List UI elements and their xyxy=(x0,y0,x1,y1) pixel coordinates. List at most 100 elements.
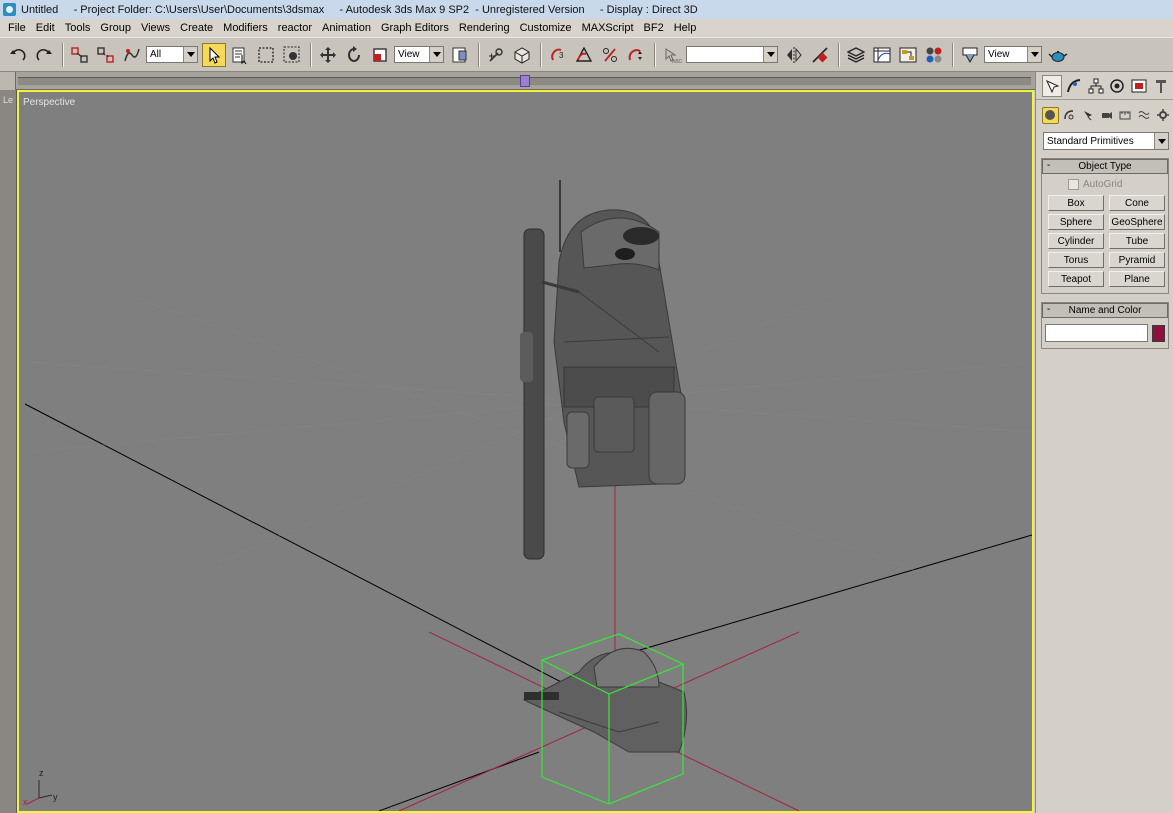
geosphere-button[interactable]: GeoSphere xyxy=(1109,214,1165,230)
menu-help[interactable]: Help xyxy=(669,19,702,37)
main-toolbar: All View 3 ABC View xyxy=(0,37,1173,72)
title-bar: Untitled - Project Folder: C:\Users\User… xyxy=(0,0,1173,19)
object-name-input[interactable] xyxy=(1045,324,1148,342)
menu-reactor[interactable]: reactor xyxy=(273,19,317,37)
tab-create[interactable] xyxy=(1042,74,1062,97)
keyboard-shortcut-override-button[interactable] xyxy=(510,43,534,67)
tab-motion[interactable] xyxy=(1108,75,1128,97)
schematic-view-button[interactable] xyxy=(896,43,920,67)
menu-maxscript[interactable]: MAXScript xyxy=(577,19,639,37)
display-tab-icon xyxy=(1131,79,1147,92)
window-crossing-button[interactable] xyxy=(280,43,304,67)
reference-coordinate-dropdown[interactable]: View xyxy=(394,46,444,63)
box-button[interactable]: Box xyxy=(1048,195,1104,211)
spinner-snap-toggle-button[interactable] xyxy=(624,43,648,67)
unlink-selection-button[interactable] xyxy=(94,43,118,67)
pyramid-button[interactable]: Pyramid xyxy=(1109,252,1165,268)
autogrid-checkbox[interactable] xyxy=(1068,179,1079,190)
time-configuration-handle[interactable] xyxy=(0,72,16,90)
tab-modify[interactable] xyxy=(1064,75,1084,97)
select-and-manipulate-button[interactable] xyxy=(484,43,508,67)
selection-filter-dropdown[interactable]: All xyxy=(146,46,198,63)
menu-customize[interactable]: Customize xyxy=(515,19,577,37)
material-editor-button[interactable] xyxy=(922,43,946,67)
object-type-rollout-header[interactable]: - Object Type xyxy=(1042,159,1168,174)
cursor-arrow-icon xyxy=(209,46,221,64)
select-and-scale-button[interactable] xyxy=(368,43,392,67)
autogrid-option[interactable]: AutoGrid xyxy=(1068,179,1168,190)
perspective-viewport[interactable]: Perspective z x y xyxy=(17,90,1034,813)
menu-file[interactable]: File xyxy=(3,19,31,37)
tab-utilities[interactable] xyxy=(1151,75,1171,97)
align-button[interactable] xyxy=(808,43,832,67)
link-icon xyxy=(71,46,88,63)
torus-button[interactable]: Torus xyxy=(1048,252,1104,268)
name-and-color-rollout: - Name and Color xyxy=(1041,302,1169,349)
svg-text:3: 3 xyxy=(559,51,564,60)
tab-display[interactable] xyxy=(1129,75,1149,97)
category-systems-button[interactable] xyxy=(1154,107,1171,124)
mirror-button[interactable] xyxy=(782,43,806,67)
curve-editor-icon xyxy=(873,47,891,62)
edit-named-selection-button[interactable]: ABC xyxy=(660,43,684,67)
menu-animation[interactable]: Animation xyxy=(317,19,376,37)
redo-button[interactable] xyxy=(32,43,56,67)
category-shapes-button[interactable] xyxy=(1061,107,1078,124)
menu-views[interactable]: Views xyxy=(136,19,175,37)
cylinder-button[interactable]: Cylinder xyxy=(1048,233,1104,249)
toolbar-separator xyxy=(62,42,64,67)
category-lights-button[interactable] xyxy=(1079,107,1096,124)
menu-group[interactable]: Group xyxy=(95,19,136,37)
layer-manager-button[interactable] xyxy=(844,43,868,67)
menu-edit[interactable]: Edit xyxy=(31,19,60,37)
menu-tools[interactable]: Tools xyxy=(60,19,96,37)
tab-hierarchy[interactable] xyxy=(1086,75,1106,97)
axis-tripod-gizmo xyxy=(26,780,53,805)
viewport-label[interactable]: Perspective xyxy=(23,97,75,108)
toolbar-separator xyxy=(838,42,840,67)
time-slider-handle[interactable] xyxy=(520,75,530,87)
select-by-name-button[interactable] xyxy=(228,43,252,67)
select-object-button[interactable] xyxy=(202,42,226,67)
menu-bf2[interactable]: BF2 xyxy=(639,19,669,37)
undo-button[interactable] xyxy=(6,43,30,67)
render-type-dropdown[interactable]: View xyxy=(984,46,1042,63)
category-helpers-button[interactable] xyxy=(1117,107,1134,124)
create-tab-icon xyxy=(1045,79,1060,93)
select-and-move-button[interactable] xyxy=(316,43,340,67)
menu-modifiers[interactable]: Modifiers xyxy=(218,19,273,37)
sphere-button[interactable]: Sphere xyxy=(1048,214,1104,230)
left-viewport-label[interactable]: Le xyxy=(3,95,13,105)
render-scene-dialog-button[interactable] xyxy=(958,43,982,67)
curve-editor-button[interactable] xyxy=(870,43,894,67)
select-by-name-icon xyxy=(232,47,247,64)
use-pivot-center-button[interactable] xyxy=(448,43,472,67)
percent-snap-toggle-button[interactable] xyxy=(598,43,622,67)
tube-button[interactable]: Tube xyxy=(1109,233,1165,249)
named-selection-sets-dropdown[interactable] xyxy=(686,46,778,63)
material-editor-icon xyxy=(926,47,942,62)
teapot-button[interactable]: Teapot xyxy=(1048,271,1104,287)
menu-create[interactable]: Create xyxy=(175,19,218,37)
category-space-warps-button[interactable] xyxy=(1136,107,1153,124)
angle-snap-toggle-button[interactable] xyxy=(572,43,596,67)
category-geometry-button[interactable] xyxy=(1042,106,1059,124)
rectangular-selection-button[interactable] xyxy=(254,43,278,67)
cone-button[interactable]: Cone xyxy=(1109,195,1165,211)
soldier-model[interactable] xyxy=(520,180,686,560)
snaps-toggle-button[interactable]: 3 xyxy=(546,43,570,67)
quick-render-button[interactable] xyxy=(1046,43,1070,67)
menu-graph-editors[interactable]: Graph Editors xyxy=(376,19,454,37)
name-and-color-rollout-header[interactable]: - Name and Color xyxy=(1042,303,1168,318)
select-and-rotate-button[interactable] xyxy=(342,43,366,67)
command-panel-tabs xyxy=(1036,72,1173,100)
object-color-swatch[interactable] xyxy=(1152,324,1165,342)
category-cameras-button[interactable] xyxy=(1098,107,1115,124)
menu-rendering[interactable]: Rendering xyxy=(454,19,515,37)
window-crossing-icon xyxy=(283,46,300,62)
bind-to-space-warp-button[interactable] xyxy=(120,43,144,67)
plane-button[interactable]: Plane xyxy=(1109,271,1165,287)
select-and-link-button[interactable] xyxy=(68,43,92,67)
primitive-type-dropdown[interactable]: Standard Primitives xyxy=(1043,132,1169,150)
object-type-title: Object Type xyxy=(1078,161,1132,172)
